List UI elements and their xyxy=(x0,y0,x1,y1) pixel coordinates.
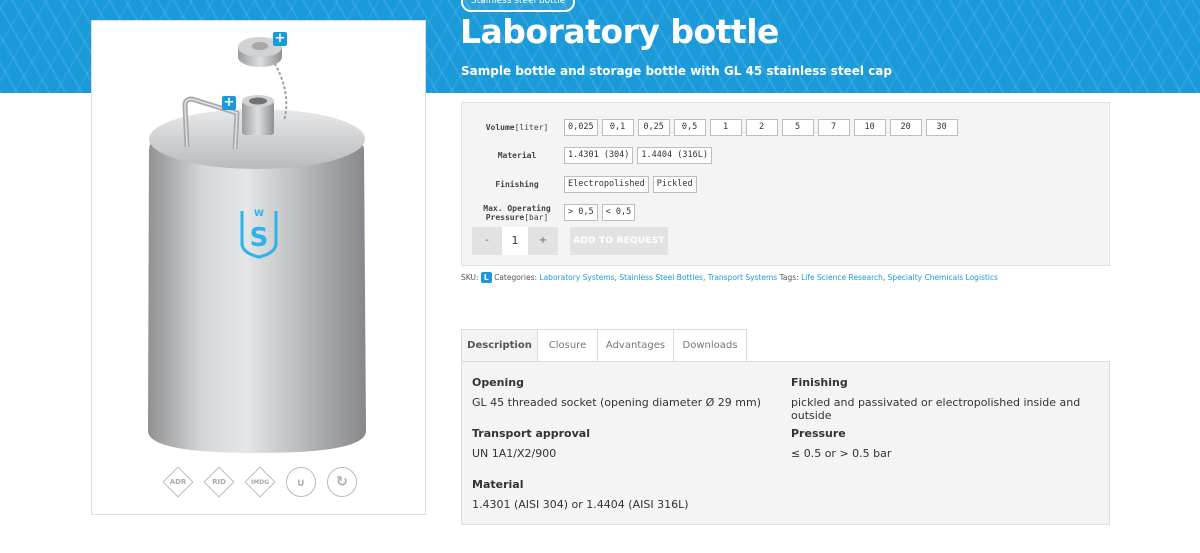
pressure-option[interactable]: > 0,5 xyxy=(564,204,598,221)
finishing-field: Finishing pickled and passivated or elec… xyxy=(791,376,1109,422)
pressure-value: ≤ 0.5 or > 0.5 bar xyxy=(791,447,892,460)
volume-options: 0,025 0,1 0,25 0,5 1 2 5 7 10 20 30 xyxy=(564,119,958,136)
tab-description[interactable]: Description xyxy=(461,329,538,362)
pressure-label: Max. Operating Pressure[bar] xyxy=(483,204,551,222)
adr-icon: ADR xyxy=(162,466,194,498)
cap-zoom-plus-icon[interactable]: + xyxy=(273,32,287,46)
product-tabs: Description Closure Advantages Downloads xyxy=(461,329,747,362)
volume-option[interactable]: 30 xyxy=(925,119,958,136)
certification-icons: ADR RID IMDG ∪ ↻ xyxy=(162,466,358,498)
add-to-request-button[interactable]: ADD TO REQUEST xyxy=(570,227,668,255)
material-option[interactable]: 1.4301 (304) xyxy=(564,147,634,164)
opening-field: Opening GL 45 threaded socket (opening d… xyxy=(472,376,761,409)
imdg-icon: IMDG xyxy=(244,466,276,498)
volume-option[interactable]: 20 xyxy=(889,119,922,136)
opening-value: GL 45 threaded socket (opening diameter … xyxy=(472,396,761,409)
product-meta: SKU: L Categories: Laboratory Systems, S… xyxy=(461,272,998,283)
pressure-options: > 0,5 < 0,5 xyxy=(564,204,636,221)
page-subtitle: Sample bottle and storage bottle with GL… xyxy=(461,64,892,78)
transport-value: UN 1A1/X2/900 xyxy=(472,447,557,460)
transport-field: Transport approval UN 1A1/X2/900 xyxy=(472,427,590,460)
page-title: Laboratory bottle xyxy=(460,12,779,51)
transport-heading: Transport approval xyxy=(472,427,590,440)
quantity-input[interactable]: 1 xyxy=(502,227,528,255)
volume-option[interactable]: 7 xyxy=(817,119,850,136)
un-icon: ∪ xyxy=(285,466,317,498)
material-field: Material 1.4301 (AISI 304) or 1.4404 (AI… xyxy=(472,478,689,511)
product-gallery: S W + + ADR RID IMDG ∪ ↻ xyxy=(91,20,426,515)
finishing-options: Electropolished Pickled xyxy=(564,176,697,193)
material-option[interactable]: 1.4404 (316L) xyxy=(637,147,712,164)
tag-link[interactable]: Specialty Chemicals Logistics xyxy=(888,273,998,282)
rid-icon: RID xyxy=(203,466,235,498)
finishing-heading: Finishing xyxy=(791,376,848,389)
finishing-option[interactable]: Pickled xyxy=(652,176,697,193)
volume-option[interactable]: 5 xyxy=(781,119,814,136)
handle-zoom-plus-icon[interactable]: + xyxy=(222,96,236,110)
product-image[interactable]: S W xyxy=(92,21,427,461)
quantity-increase-button[interactable]: + xyxy=(528,227,558,255)
quantity-stepper: - 1 + xyxy=(472,227,558,255)
tab-downloads[interactable]: Downloads xyxy=(673,329,747,362)
tag-link[interactable]: Life Science Research xyxy=(801,273,883,282)
sku-value: L xyxy=(480,272,492,283)
sku-label: SKU: xyxy=(461,273,479,282)
opening-heading: Opening xyxy=(472,376,524,389)
breadcrumb-category-link[interactable]: Stainless steel bottle xyxy=(461,0,576,12)
volume-option[interactable]: 1 xyxy=(709,119,742,136)
recycle-icon: ↻ xyxy=(326,466,358,498)
category-link[interactable]: Transport Systems xyxy=(708,273,777,282)
quantity-decrease-button[interactable]: - xyxy=(472,227,502,255)
tab-advantages[interactable]: Advantages xyxy=(597,329,674,362)
finishing-label: Finishing xyxy=(495,180,539,189)
volume-label: Volume[liter] xyxy=(485,123,549,132)
volume-option[interactable]: 0,025 xyxy=(564,119,598,136)
pressure-field: Pressure ≤ 0.5 or > 0.5 bar xyxy=(791,427,891,460)
category-link[interactable]: Stainless Steel Bottles xyxy=(619,273,703,282)
material-heading: Material xyxy=(472,478,524,491)
category-link[interactable]: Laboratory Systems xyxy=(539,273,614,282)
tags-label: Tags: xyxy=(779,273,799,282)
finishing-option[interactable]: Electropolished xyxy=(564,176,649,193)
pressure-option[interactable]: < 0,5 xyxy=(601,204,636,221)
description-panel: Opening GL 45 threaded socket (opening d… xyxy=(461,361,1110,525)
product-options: Volume[liter] 0,025 0,1 0,25 0,5 1 2 5 7… xyxy=(461,102,1110,266)
svg-text:S: S xyxy=(250,223,269,253)
svg-text:W: W xyxy=(254,209,264,219)
finishing-value: pickled and passivated or electropolishe… xyxy=(791,396,1081,422)
volume-option[interactable]: 0,25 xyxy=(637,119,670,136)
volume-option[interactable]: 2 xyxy=(745,119,778,136)
volume-option[interactable]: 0,1 xyxy=(601,119,634,136)
categories-label: Categories: xyxy=(494,273,538,282)
material-label: Material xyxy=(497,151,537,160)
pressure-heading: Pressure xyxy=(791,427,846,440)
material-options: 1.4301 (304) 1.4404 (316L) xyxy=(564,147,712,164)
material-value: 1.4301 (AISI 304) or 1.4404 (AISI 316L) xyxy=(472,498,689,511)
volume-option[interactable]: 10 xyxy=(853,119,886,136)
volume-option[interactable]: 0,5 xyxy=(673,119,706,136)
tab-closure[interactable]: Closure xyxy=(537,329,598,362)
